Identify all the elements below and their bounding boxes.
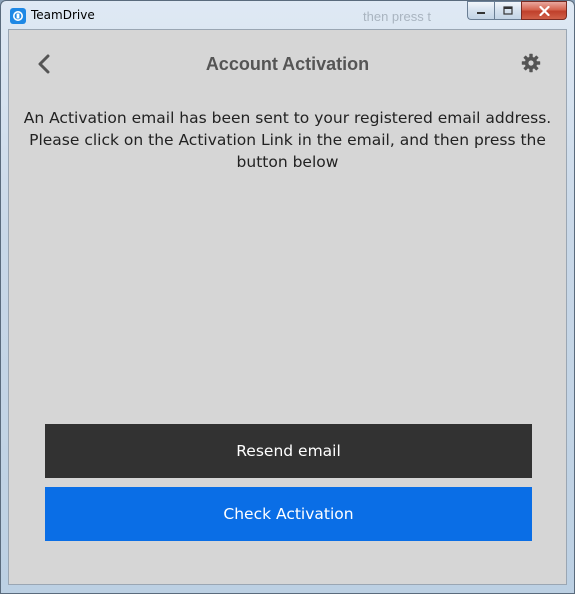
teamdrive-logo-icon — [10, 8, 26, 24]
gear-icon — [521, 53, 541, 73]
settings-button[interactable] — [520, 52, 542, 74]
caption-buttons — [467, 1, 567, 21]
close-icon — [538, 5, 550, 16]
minimize-icon — [477, 11, 485, 14]
page-title: Account Activation — [205, 54, 370, 74]
page-header: Account Activation — [9, 30, 566, 100]
resend-email-button[interactable]: Resend email — [45, 424, 532, 478]
activation-message: An Activation email has been sent to you… — [23, 109, 552, 171]
maximize-icon — [503, 6, 513, 15]
app-window: TeamDrive then press t Account Activatio… — [0, 0, 575, 594]
title-bar[interactable]: TeamDrive then press t — [1, 1, 574, 29]
minimize-button[interactable] — [467, 1, 494, 20]
close-button[interactable] — [521, 1, 567, 20]
check-activation-button[interactable]: Check Activation — [45, 487, 532, 541]
maximize-button[interactable] — [494, 1, 521, 20]
background-window-text: then press t — [363, 9, 431, 24]
window-title: TeamDrive — [31, 8, 95, 22]
client-area: Account Activation An Activation email h… — [8, 29, 567, 585]
